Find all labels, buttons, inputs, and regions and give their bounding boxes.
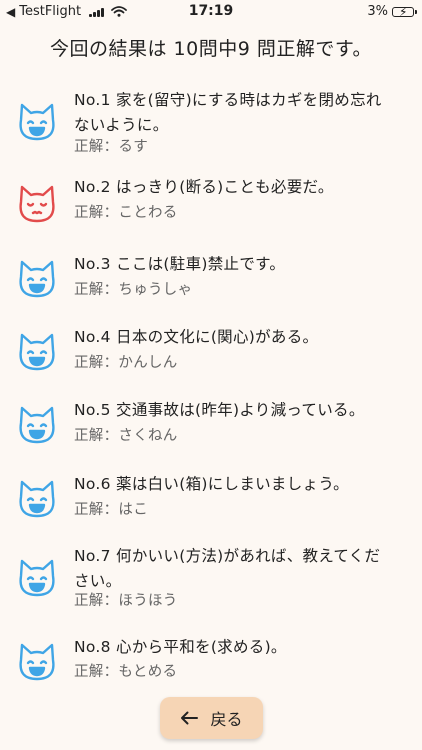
status-time: 17:19 [188,3,234,19]
arrow-left-icon [181,711,199,725]
battery-percent: 3% [367,4,388,19]
answer-text: 正解：ほうほう [74,593,178,609]
sad-cat-icon [19,185,55,223]
question-text: No.5 交通事故は(昨年)より減っている。 [74,401,365,419]
back-button-label: 戻る [210,710,243,729]
answer-text: 正解：ことわる [74,205,178,221]
answer-text: 正解：かんしん [74,355,178,371]
question-text: No.7 何かいい(方法)があれば、教えてください。 [74,547,381,590]
answer-text: 正解：ちゅうしゃ [74,282,193,298]
result-summary: 今回の結果は 10問中9 問正解です。 [50,38,372,60]
happy-cat-icon [19,559,55,597]
question-text: No.6 薬は白い(箱)にしまいましょう。 [74,475,349,493]
answer-text: 正解：さくねん [74,428,178,444]
question-text: No.4 日本の文化に(関心)がある。 [74,328,319,346]
happy-cat-icon [19,260,55,298]
question-text: No.8 心から平和を(求める)。 [74,638,287,656]
answer-text: 正解：はこ [74,502,148,518]
happy-cat-icon [19,333,55,371]
back-button[interactable]: 戻る [160,697,263,739]
question-text: No.2 はっきり(断る)ことも必要だ。 [74,178,334,196]
happy-cat-icon [19,103,55,141]
answer-text: 正解：もとめる [74,664,178,680]
answer-text: 正解：るす [74,139,148,155]
status-bar: ◀ TestFlight 17:19 3% ⚡ [0,0,422,22]
happy-cat-icon [19,406,55,444]
battery-status: 3% ⚡ [367,4,417,19]
question-text: No.3 ここは(駐車)禁止です。 [74,255,286,273]
happy-cat-icon [19,643,55,681]
question-text: No.1 家を(留守)にする時はカギを閉め忘れないように。 [74,91,382,134]
battery-icon: ⚡ [392,5,417,19]
happy-cat-icon [19,480,55,518]
